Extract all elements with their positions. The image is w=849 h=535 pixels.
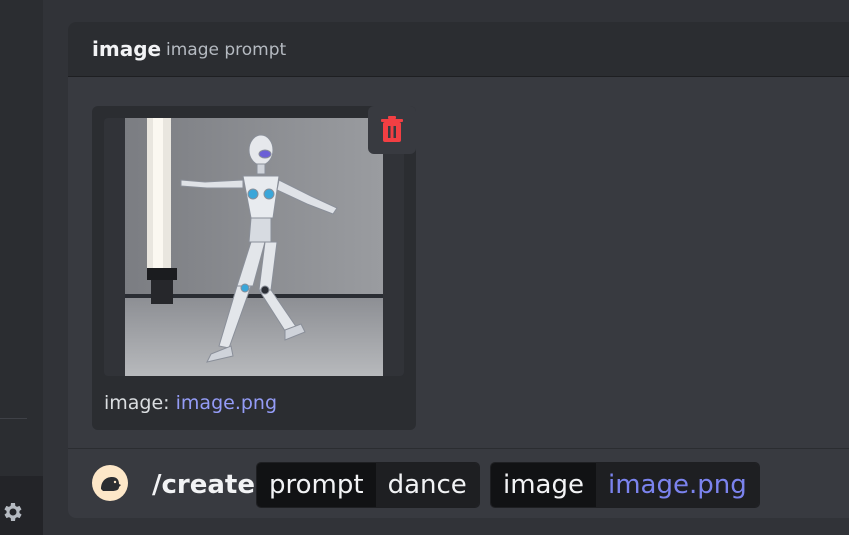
robot-dancer-image bbox=[125, 118, 383, 376]
option-value-link[interactable]: image.png bbox=[595, 463, 759, 507]
command-input-row[interactable]: /create prompt dance image image.png bbox=[68, 449, 849, 518]
attachment-preview: image: image.png bbox=[92, 106, 416, 430]
attachment-caption: image: image.png bbox=[104, 392, 277, 414]
left-sidebar bbox=[0, 0, 43, 535]
trash-icon bbox=[381, 116, 403, 142]
option-value[interactable]: dance bbox=[375, 463, 479, 507]
delete-attachment-button[interactable] bbox=[368, 106, 416, 154]
bot-avatar bbox=[92, 465, 128, 501]
attachment-filename-link[interactable]: image.png bbox=[176, 392, 277, 414]
sidebar-divider bbox=[0, 418, 27, 419]
option-pill-prompt[interactable]: prompt dance bbox=[256, 462, 480, 508]
command-name: /create bbox=[152, 470, 255, 500]
slash-command-panel: image image prompt image: image.png /cre… bbox=[68, 22, 849, 518]
option-key: image bbox=[491, 463, 596, 507]
option-pill-image[interactable]: image image.png bbox=[490, 462, 760, 508]
option-description: image prompt bbox=[166, 40, 287, 60]
bot-avatar-icon bbox=[101, 477, 121, 491]
image-thumbnail bbox=[104, 118, 404, 376]
caption-label: image: bbox=[104, 392, 170, 414]
gear-icon[interactable] bbox=[0, 500, 24, 524]
option-header: image image prompt bbox=[68, 22, 849, 77]
option-name: image bbox=[92, 37, 162, 61]
option-key: prompt bbox=[257, 463, 376, 507]
sidebar-gap bbox=[43, 0, 68, 535]
